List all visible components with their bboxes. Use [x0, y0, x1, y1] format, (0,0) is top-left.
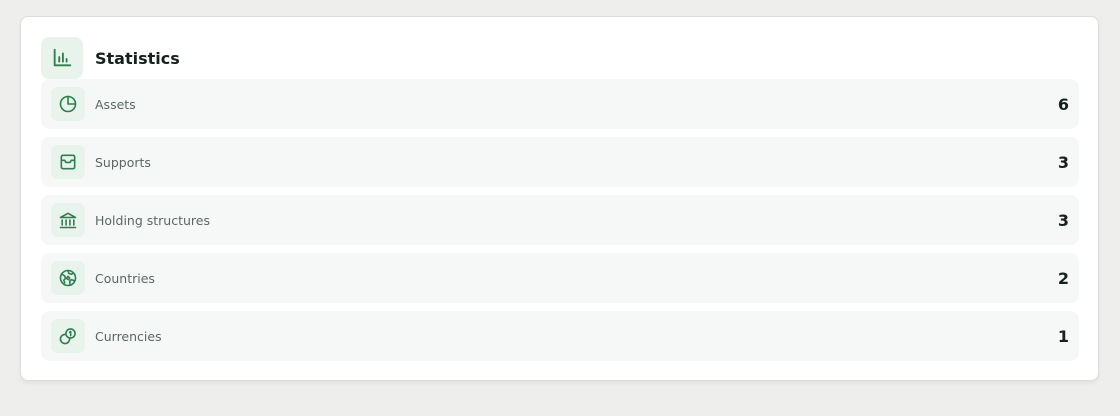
statistics-header: Statistics	[41, 37, 180, 79]
stat-label: Holding structures	[95, 212, 210, 228]
pie-chart-icon	[51, 87, 85, 121]
stat-value: 1	[1057, 326, 1069, 346]
stat-row-holding-structures: Holding structures 3	[41, 195, 1079, 245]
stat-label: Supports	[95, 154, 151, 170]
stat-value: 3	[1057, 152, 1069, 172]
statistics-list: Assets 6 Supports 3 Holding structures 3…	[41, 79, 1079, 369]
stat-value: 6	[1057, 94, 1069, 114]
stat-row-currencies: Currencies 1	[41, 311, 1079, 361]
stat-row-countries: Countries 2	[41, 253, 1079, 303]
stat-row-assets: Assets 6	[41, 79, 1079, 129]
stat-row-supports: Supports 3	[41, 137, 1079, 187]
archive-box-icon	[51, 145, 85, 179]
coins-icon	[51, 319, 85, 353]
globe-icon	[51, 261, 85, 295]
stat-value: 3	[1057, 210, 1069, 230]
stat-label: Assets	[95, 96, 136, 112]
stat-value: 2	[1057, 268, 1069, 288]
stat-label: Countries	[95, 270, 155, 286]
statistics-card: Statistics Assets 6 Supports 3 Holding s…	[20, 16, 1099, 381]
stat-label: Currencies	[95, 328, 162, 344]
statistics-title: Statistics	[95, 48, 180, 68]
bank-icon	[51, 203, 85, 237]
bar-chart-icon	[41, 37, 83, 79]
